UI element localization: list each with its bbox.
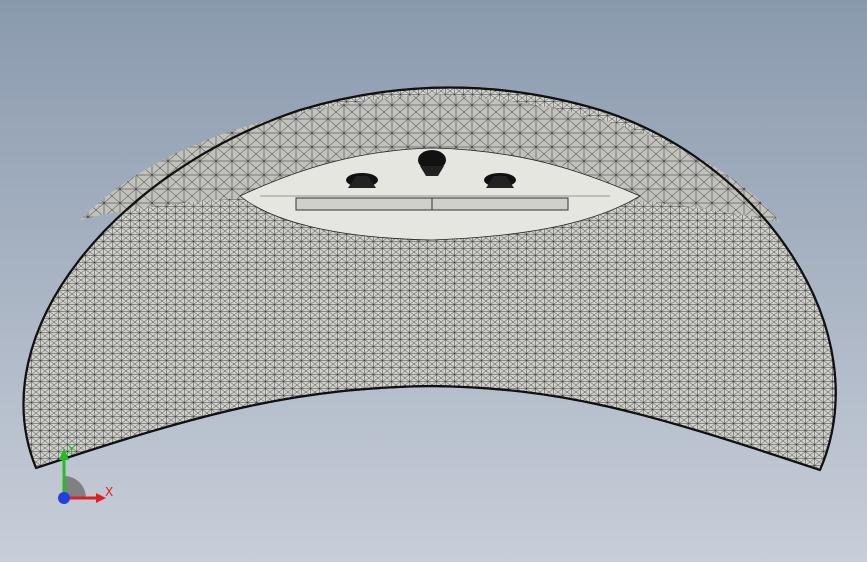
fastener-right[interactable] xyxy=(484,173,516,188)
y-axis-label: Y xyxy=(67,443,76,457)
z-axis-icon xyxy=(58,492,70,504)
fixture-bar[interactable] xyxy=(295,197,569,211)
x-axis-label: X xyxy=(105,485,113,499)
graphics-viewport[interactable]: Y X xyxy=(0,0,867,562)
meshed-shell-model[interactable] xyxy=(0,0,867,562)
coordinate-triad: Y X xyxy=(58,443,113,504)
fastener-left[interactable] xyxy=(346,173,378,188)
